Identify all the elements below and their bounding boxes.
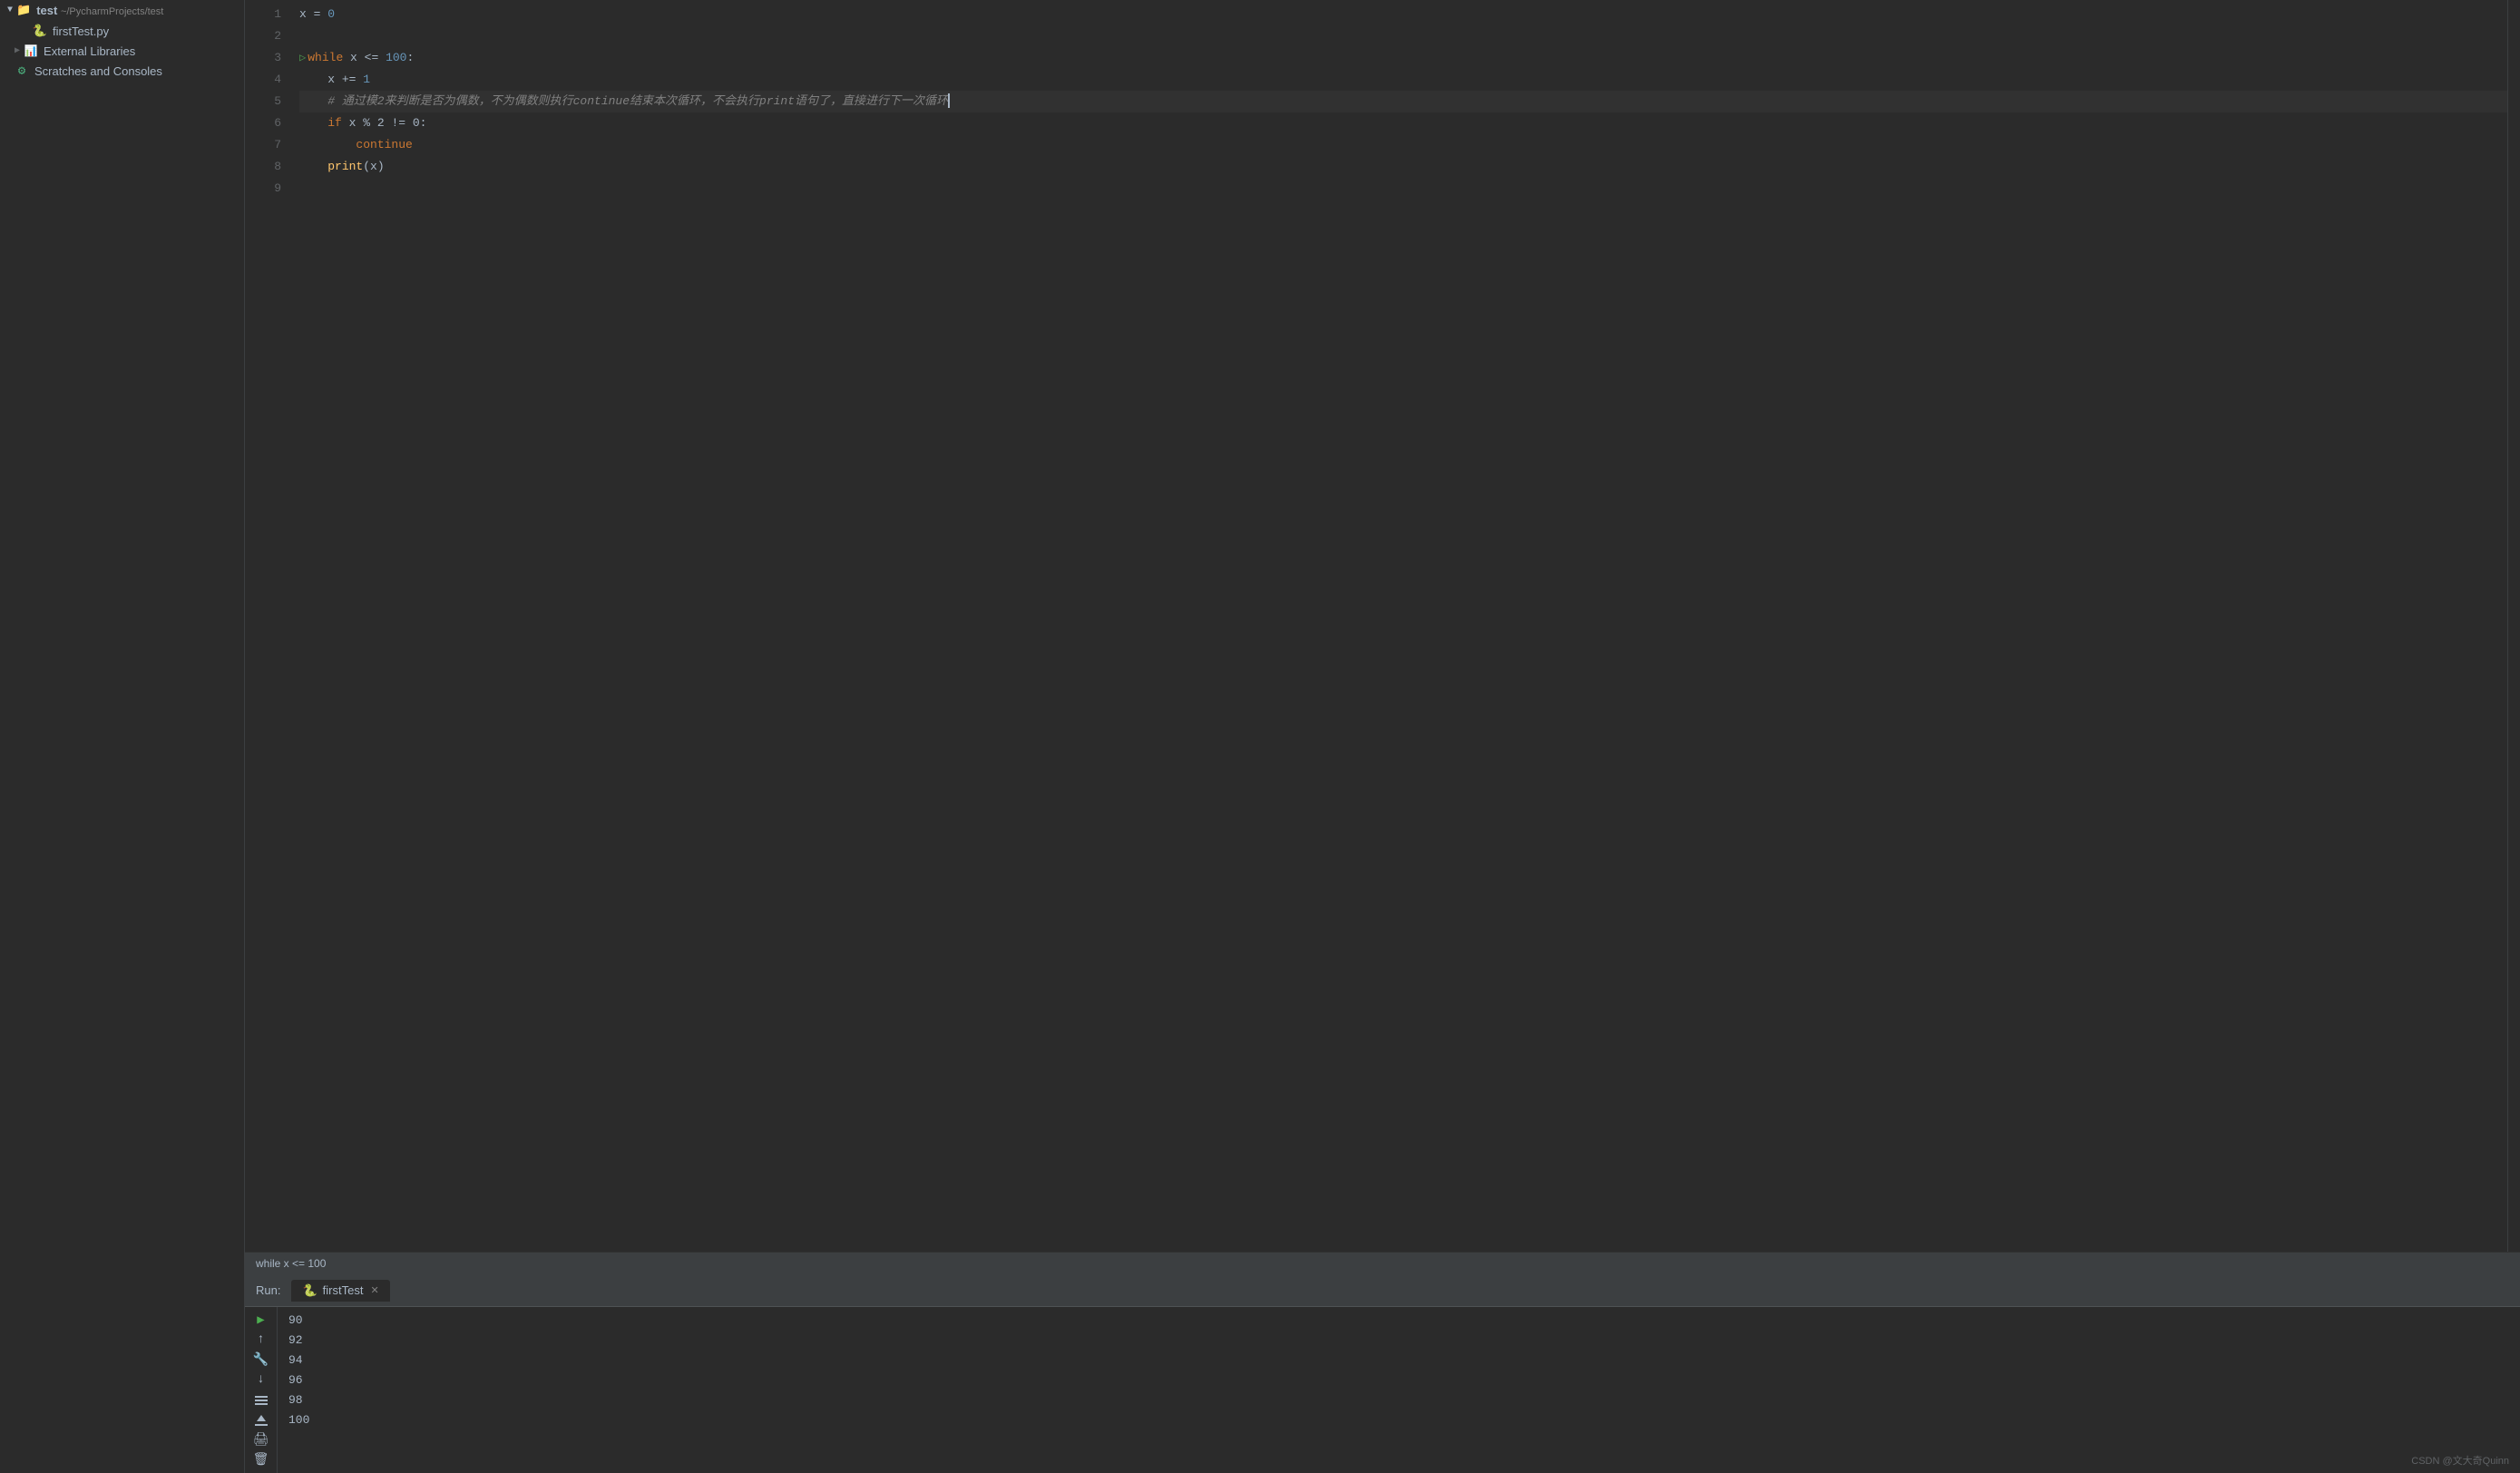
code-line-8: ● print(x) [299,156,2507,178]
watermark: CSDN @文大奇Quinn [2411,1453,2509,1468]
run-label: Run: [256,1283,280,1297]
sidebar-item-external-label: External Libraries [44,44,135,58]
run-toolbar: ▶ ↑ 🔧 ↓ [245,1307,278,1473]
scroll-end-button[interactable] [249,1411,274,1429]
run-panel: Run: 🐍 firstTest ✕ ▶ ↑ 🔧 ↓ [245,1273,2520,1473]
output-line-4: 96 [288,1371,2509,1390]
output-line-5: 98 [288,1390,2509,1410]
chevron-down-icon: ▼ [7,5,13,15]
output-line-3: 94 [288,1351,2509,1371]
scratches-icon: ⚙ [15,63,29,78]
run-tab-firsttest[interactable]: 🐍 firstTest ✕ [291,1280,389,1302]
sidebar-item-firsttest[interactable]: 🐍 firstTest.py [0,21,244,41]
up-button[interactable]: ↑ [249,1331,274,1349]
output-line-6: 100 [288,1410,2509,1430]
delete-button[interactable]: 🗑 [249,1451,274,1469]
code-line-4: x += 1 [299,69,2507,91]
sidebar-item-scratches-label: Scratches and Consoles [34,64,162,78]
code-line-6: if x % 2 != 0: [299,112,2507,134]
status-text: while x <= 100 [256,1257,326,1270]
output-line-2: 92 [288,1331,2509,1351]
code-line-3: ▷ while x <= 100: [299,47,2507,69]
run-output[interactable]: 90 92 94 96 98 100 [278,1307,2520,1473]
code-line-1: x = 0 [299,4,2507,25]
down-button[interactable]: ↓ [249,1371,274,1389]
folder-icon: 📁 [16,4,31,17]
print-button[interactable]: 🖨 [249,1431,274,1449]
close-tab-button[interactable]: ✕ [370,1284,378,1296]
code-line-7: continue [299,134,2507,156]
chevron-right-icon: ▶ [15,45,20,56]
line-numbers: 1 2 3 4 5 6 7 8 9 [245,0,290,1252]
sidebar-item-scratches[interactable]: ⚙ Scratches and Consoles [0,61,244,81]
settings-button[interactable]: 🔧 [249,1351,274,1369]
run-content: ▶ ↑ 🔧 ↓ [245,1307,2520,1473]
scrollbar-track[interactable] [2507,0,2520,1252]
python-run-icon: 🐍 [302,1283,317,1298]
output-line-1: 90 [288,1311,2509,1331]
run-header: Run: 🐍 firstTest ✕ [245,1274,2520,1307]
sidebar-item-firsttest-label: firstTest.py [53,24,109,38]
python-file-icon: 🐍 [33,24,47,38]
editor-statusbar: while x <= 100 [245,1252,2520,1273]
sidebar-root[interactable]: ▼ 📁 test ~/PycharmProjects/test [0,0,244,21]
split-button[interactable] [249,1391,274,1410]
sidebar: ▼ 📁 test ~/PycharmProjects/test 🐍 firstT… [0,0,245,1473]
sidebar-item-external-libraries[interactable]: ▶ 📊 External Libraries [0,41,244,61]
sidebar-root-label: test ~/PycharmProjects/test [36,4,163,17]
code-editor[interactable]: 1 2 3 4 5 6 7 8 9 x = 0 ▷ [245,0,2520,1252]
library-icon: 📊 [24,44,38,58]
editor-area: 1 2 3 4 5 6 7 8 9 x = 0 ▷ [245,0,2520,1473]
run-tab-label: firstTest [323,1283,364,1297]
code-line-9 [299,178,2507,200]
code-line-2 [299,25,2507,47]
code-line-5: # 通过模2来判断是否为偶数，不为偶数则执行continue结束本次循环，不会执… [299,91,2507,112]
run-button[interactable]: ▶ [249,1311,274,1329]
code-content[interactable]: x = 0 ▷ while x <= 100: x += 1 # 通过模2来判断… [290,0,2507,1252]
